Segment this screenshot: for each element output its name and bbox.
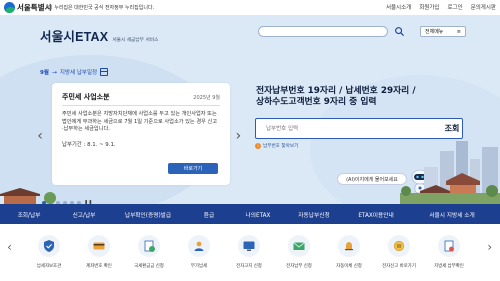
quick-item[interactable]: W 전자신고 바로가기 — [374, 230, 424, 269]
card-icon — [88, 235, 110, 257]
top-link-about[interactable]: 서울시소개 — [386, 3, 411, 11]
info-icon: i — [255, 143, 261, 149]
quick-label: 국세환급금 신청 — [134, 264, 164, 269]
nav-item-inquiry-payment[interactable]: 조회/납부 — [0, 210, 58, 219]
card-date: 2025년 9월 — [193, 95, 220, 101]
mail-icon — [288, 235, 310, 257]
quick-item[interactable]: 지방세 납부확인 — [424, 230, 474, 269]
quick-item[interactable]: 전자고지 신청 — [224, 230, 274, 269]
quick-item[interactable]: 계좌번호 확인 — [74, 230, 124, 269]
nav-item-refund[interactable]: 환급 — [186, 210, 232, 219]
monitor-icon — [238, 235, 260, 257]
full-menu-button[interactable]: 전체메뉴 ≡ — [420, 26, 466, 37]
card-description: 주민세 사업소분은 지방자치단체에 사업소를 두고 있는 개인사업자 또는 법인… — [62, 111, 218, 133]
month-label: 지방세 납부일정 — [59, 70, 98, 76]
hero-section: 서울시ETAX 서울시 세금납부 서비스 전체메뉴 ≡ 9월 → 지방세 납부일… — [0, 15, 500, 204]
card-go-button[interactable]: 바로가기 — [168, 163, 218, 174]
quick-label: 전자납부 신청 — [286, 264, 312, 269]
bell-icon — [338, 235, 360, 257]
top-link-signup[interactable]: 회원가입 — [419, 3, 439, 11]
shield-icon — [38, 235, 60, 257]
hanok-roof-illustration — [0, 188, 56, 204]
nav-item-auto-payment[interactable]: 자동납부신청 — [284, 210, 344, 219]
seoul-logo-icon — [4, 2, 15, 13]
tax-info-card: 주민세 사업소분 2025년 9월 주민세 사업소분은 지방자치단체에 사업소를… — [52, 83, 230, 185]
search-icon[interactable] — [394, 26, 405, 37]
month-badge: 9월 — [40, 70, 49, 76]
slide-next-icon[interactable]: › — [234, 128, 242, 144]
quick-label: 전자고지 신청 — [236, 264, 262, 269]
header-search-input[interactable] — [258, 26, 388, 37]
chatbot-label: (AI)이지에게 물어보세요 — [346, 176, 398, 183]
hamburger-icon: ≡ — [456, 28, 461, 35]
quick-label: 자동이체 신청 — [336, 264, 362, 269]
svg-text:W: W — [397, 244, 402, 250]
payment-heading-line2: 상하수도고객번호 9자리 중 입력 — [256, 97, 377, 107]
site-brand[interactable]: 서울시ETAX 서울시 세금납부 서비스 — [40, 26, 158, 45]
nav-item-my-etax[interactable]: 나의ETAX — [232, 210, 284, 219]
top-link-inquiry[interactable]: 문의게시판 — [471, 3, 496, 11]
document-icon — [438, 235, 460, 257]
quick-item[interactable]: 부가납세 — [174, 230, 224, 269]
city-skyline-illustration — [400, 141, 500, 204]
slide-prev-icon[interactable]: ‹ — [36, 128, 44, 144]
quick-label: 계좌번호 확인 — [86, 264, 112, 269]
card-title: 주민세 사업소분 — [62, 93, 110, 101]
quick-label: 납세자보호관 — [36, 264, 62, 269]
brand-subtitle: 서울시 세금납부 서비스 — [112, 38, 159, 43]
top-link-login[interactable]: 로그인 — [448, 3, 463, 11]
ai-chatbot-bubble[interactable]: (AI)이지에게 물어보세요 — [337, 173, 407, 185]
payment-heading: 전자납부번호 19자리 / 납세번호 29자리 / 상하수도고객번호 9자리 중… — [256, 86, 456, 108]
top-links: 서울시소개 회원가입 로그인 문의게시판 — [386, 3, 496, 11]
payment-heading-line1: 전자납부번호 19자리 / 납세번호 29자리 / — [256, 86, 416, 96]
quick-item[interactable]: 국세환급금 신청 — [124, 230, 174, 269]
quick-prev-icon[interactable]: ‹ — [6, 240, 13, 254]
calendar-icon[interactable] — [100, 68, 109, 76]
coin-icon: W — [388, 235, 410, 257]
quick-next-icon[interactable]: › — [486, 240, 493, 254]
quick-links: ‹ 납세자보호관 계좌번호 확인 국세환급금 신청 부가납세 전자고지 신청 전… — [0, 224, 500, 281]
seoul-logo[interactable]: 서울특별시 — [4, 1, 52, 14]
arrow-right-icon: → — [51, 68, 57, 76]
person-icon — [188, 235, 210, 257]
refund-icon — [138, 235, 160, 257]
quick-label: 부가납세 — [190, 264, 208, 269]
nav-item-certificate[interactable]: 납부확인(증명)발급 — [110, 210, 186, 219]
top-utility-bar: 서울특별시 이 누리집은 대한민국 공식 전자정부 누리집입니다. 서울시소개 … — [0, 0, 500, 15]
quick-item[interactable]: 자동이체 신청 — [324, 230, 374, 269]
nav-item-local-tax-intro[interactable]: 서울시 지방세 소개 — [408, 210, 496, 219]
brand-title: 서울시ETAX — [40, 30, 109, 44]
quick-item[interactable]: 전자납부 신청 — [274, 230, 324, 269]
payment-help-label: 납부번호 찾아보기 — [263, 144, 299, 149]
payment-number-input[interactable] — [266, 122, 406, 136]
quick-label: 지방세 납부확인 — [434, 264, 464, 269]
government-notice: 이 누리집은 대한민국 공식 전자정부 누리집입니다. — [48, 5, 155, 11]
quick-label: 전자신고 바로가기 — [382, 264, 416, 269]
card-divider — [62, 105, 220, 106]
main-navigation: 조회/납부 신고/납부 납부확인(증명)발급 환급 나의ETAX 자동납부신청 … — [0, 204, 500, 224]
quick-item[interactable]: 납세자보호관 — [24, 230, 74, 269]
nav-item-report-payment[interactable]: 신고/납부 — [58, 210, 110, 219]
full-menu-label: 전체메뉴 — [425, 29, 444, 35]
payment-help-link[interactable]: i 납부번호 찾아보기 — [255, 143, 298, 149]
card-payment-period: 납부기간 : 8.1. ~ 9.1. — [62, 142, 116, 148]
nav-item-etax-guide[interactable]: ETAX이용안내 — [344, 210, 408, 219]
logo-text: 서울특별시 — [17, 3, 52, 12]
month-schedule[interactable]: 9월 → 지방세 납부일정 — [40, 68, 109, 76]
